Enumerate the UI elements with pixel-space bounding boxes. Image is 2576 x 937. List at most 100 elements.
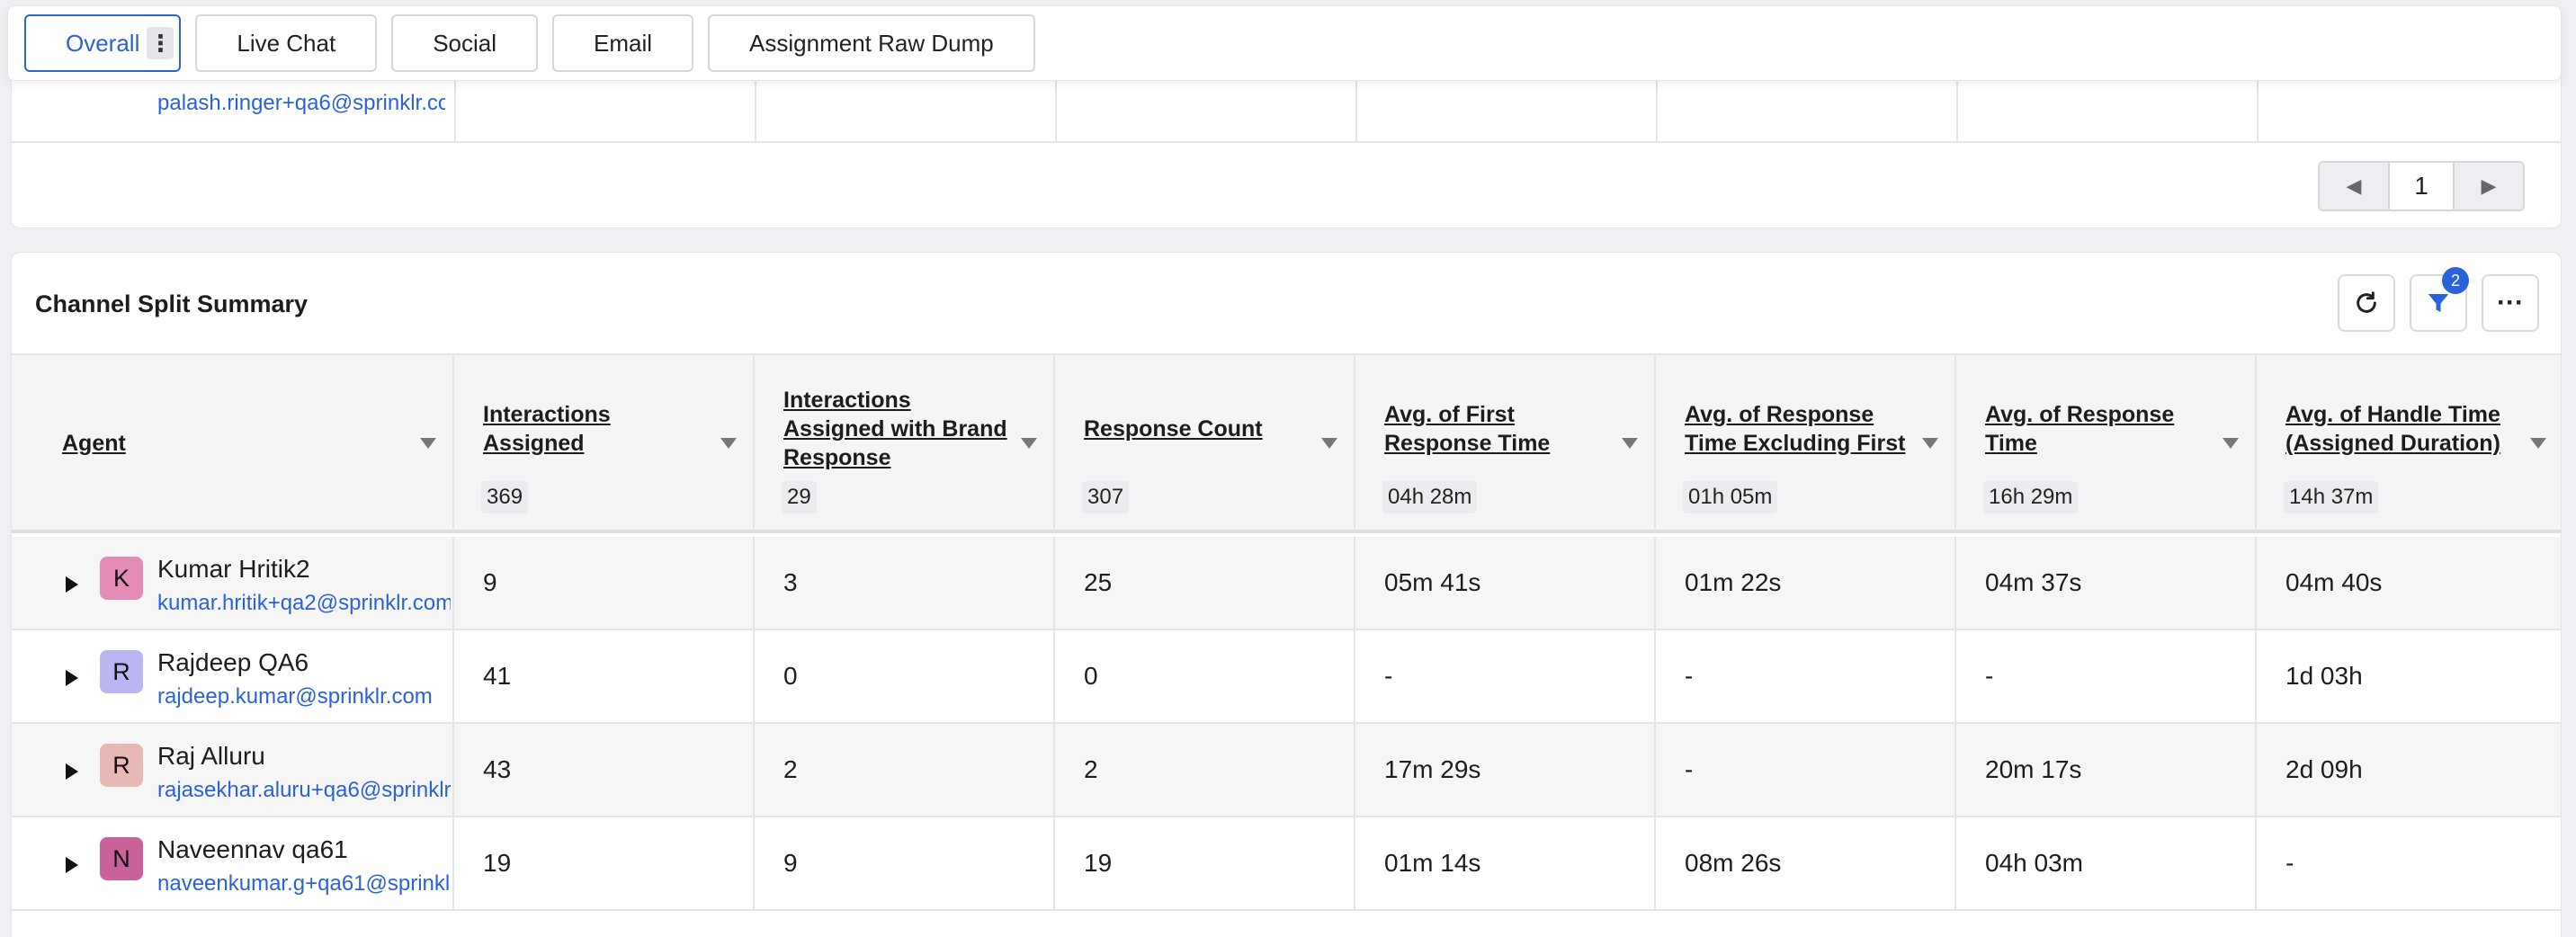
expand-row-icon[interactable] xyxy=(66,763,78,780)
tab-label: Overall xyxy=(66,29,140,57)
agent-name: Kumar Hritik2 xyxy=(157,555,310,583)
sort-caret-icon[interactable] xyxy=(420,438,436,449)
column-label: Response Count xyxy=(1084,416,1263,442)
refresh-icon xyxy=(2357,291,2376,313)
avatar: R xyxy=(100,650,143,693)
more-options-button[interactable]: ··· xyxy=(2482,274,2539,332)
next-page-button[interactable]: ▶ xyxy=(2455,163,2523,210)
expand-row-icon[interactable] xyxy=(66,576,78,593)
kebab-menu-icon[interactable]: ⋮ xyxy=(147,27,174,59)
agent-cell: R Rajdeep QA6 rajdeep.kumar@sprinklr.com xyxy=(12,630,454,722)
table-row[interactable]: K Kumar Hritik2 kumar.hritik+qa2@sprinklr.… xyxy=(12,537,2561,630)
agent-email-link[interactable]: kumar.hritik+qa2@sprinklr.com xyxy=(157,591,451,616)
filter-count-badge: 2 xyxy=(2442,267,2469,294)
column-aggregate: 369 xyxy=(481,481,529,513)
tab-email[interactable]: Email xyxy=(552,14,694,72)
column-label: Interactions Assigned with Brand Respons… xyxy=(783,388,1007,470)
tab-label: Email xyxy=(594,29,653,57)
avatar: N xyxy=(100,837,143,880)
table-cell: 20m 17s xyxy=(1956,724,2257,816)
table-cell: 08m 26s xyxy=(1656,817,1956,909)
sort-caret-icon[interactable] xyxy=(1321,438,1337,449)
column-header-first-response-time[interactable]: Avg. of First Response Time 04h 28m xyxy=(1355,355,1656,531)
column-aggregate: 307 xyxy=(1082,481,1130,513)
table-cell: - xyxy=(1355,630,1656,722)
column-aggregate: 04h 28m xyxy=(1382,481,1478,513)
column-aggregate: 01h 05m xyxy=(1683,481,1778,513)
column-header-agent[interactable]: Agent xyxy=(12,355,454,531)
table-header: Agent Interactions Assigned 369 Interact… xyxy=(12,353,2561,533)
agent-email-link[interactable]: palash.ringer+qa6@sprinklr.com xyxy=(157,91,445,116)
expand-row-icon[interactable] xyxy=(66,670,78,686)
table-cell: 01m 14s xyxy=(1355,817,1656,909)
channel-split-summary-card: Channel Split Summary 2 ··· Agent Intera… xyxy=(11,252,2562,937)
table-row[interactable]: R Rajdeep QA6 rajdeep.kumar@sprinklr.com 41… xyxy=(12,630,2561,724)
column-label: Interactions Assigned xyxy=(483,402,611,456)
sort-caret-icon[interactable] xyxy=(1622,438,1638,449)
column-header-brand-response[interactable]: Interactions Assigned with Brand Respons… xyxy=(755,355,1055,531)
table-cell: 2 xyxy=(1055,724,1355,816)
ellipsis-icon: ··· xyxy=(2497,288,2524,317)
agent-name: Naveennav qa61 xyxy=(157,835,348,863)
refresh-button[interactable] xyxy=(2338,274,2395,332)
table-cell: 2d 09h xyxy=(2285,755,2363,783)
agent-name: Rajdeep QA6 xyxy=(157,648,309,676)
table-cell: 04h 03m xyxy=(1956,817,2257,909)
filter-button[interactable]: 2 xyxy=(2410,267,2469,332)
tab-label: Assignment Raw Dump xyxy=(749,29,994,57)
column-header-response-time-excl-first[interactable]: Avg. of Response Time Excluding First 01… xyxy=(1656,355,1956,531)
table-row[interactable]: R Raj Alluru rajasekhar.aluru+qa6@sprinklr… xyxy=(12,724,2561,817)
table-cell: 43 xyxy=(454,724,755,816)
sort-caret-icon[interactable] xyxy=(2223,438,2239,449)
table-row[interactable]: N Naveennav qa61 naveenkumar.g+qa61@sprink… xyxy=(12,817,2561,911)
table-cell: 0 xyxy=(1055,630,1355,722)
table-cell: - xyxy=(2285,849,2294,877)
tab-assignment-raw-dump[interactable]: Assignment Raw Dump xyxy=(708,14,1035,72)
column-label: Avg. of Response Time Excluding First xyxy=(1685,402,1906,456)
table-cell: 17m 29s xyxy=(1355,724,1656,816)
table-cell: - xyxy=(1656,630,1956,722)
agent-email-link[interactable]: rajasekhar.aluru+qa6@sprinklr.com xyxy=(157,778,451,803)
column-label: Avg. of Response Time xyxy=(1985,402,2175,456)
expand-row-icon[interactable] xyxy=(66,857,78,873)
sort-caret-icon[interactable] xyxy=(1021,438,1037,449)
table-cell: 3 xyxy=(755,537,1055,629)
tab-label: Social xyxy=(433,29,497,57)
tab-live-chat[interactable]: Live Chat xyxy=(195,14,378,72)
table-cell: 1d 03h xyxy=(2285,662,2363,690)
sort-caret-icon[interactable] xyxy=(720,438,737,449)
table-cell: 41 xyxy=(454,630,755,722)
page-number[interactable]: 1 xyxy=(2388,163,2455,210)
sort-caret-icon[interactable] xyxy=(1922,438,1938,449)
column-header-response-count[interactable]: Response Count 307 xyxy=(1055,355,1355,531)
caret-right-icon: ▶ xyxy=(2481,174,2497,197)
widget-title: Channel Split Summary xyxy=(35,290,309,317)
avatar: K xyxy=(100,557,143,600)
table-cell: 01m 22s xyxy=(1656,537,1956,629)
column-aggregate: 16h 29m xyxy=(1983,481,2079,513)
table-cell: 19 xyxy=(1055,817,1355,909)
column-header-interactions-assigned[interactable]: Interactions Assigned 369 xyxy=(454,355,755,531)
column-header-handle-time[interactable]: Avg. of Handle Time (Assigned Duration) … xyxy=(2257,355,2563,531)
report-tab-bar: Overall ⋮ Live Chat Social Email Assignm… xyxy=(7,5,2562,81)
table-cell: 25 xyxy=(1055,537,1355,629)
table-cell: - xyxy=(1656,724,1956,816)
table-cell: 0 xyxy=(755,630,1055,722)
table-cell: 9 xyxy=(454,537,755,629)
tab-overall[interactable]: Overall ⋮ xyxy=(24,14,182,72)
table-cell: 2 xyxy=(755,724,1055,816)
column-label: Avg. of First Response Time xyxy=(1384,402,1551,456)
table-cell: 19 xyxy=(454,817,755,909)
column-header-response-time[interactable]: Avg. of Response Time 16h 29m xyxy=(1956,355,2257,531)
tab-social[interactable]: Social xyxy=(391,14,539,72)
agent-cell: K Kumar Hritik2 kumar.hritik+qa2@sprinklr.… xyxy=(12,537,454,629)
agent-name: Raj Alluru xyxy=(157,742,265,770)
agent-email-link[interactable]: rajdeep.kumar@sprinklr.com xyxy=(157,684,451,709)
column-aggregate: 29 xyxy=(782,481,817,513)
column-label: Agent xyxy=(62,431,126,456)
agent-email-link[interactable]: naveenkumar.g+qa61@sprinklr.com xyxy=(157,871,451,897)
agent-cell: R Raj Alluru rajasekhar.aluru+qa6@sprinklr… xyxy=(12,724,454,816)
prev-page-button[interactable]: ◀ xyxy=(2320,163,2388,210)
sort-caret-icon[interactable] xyxy=(2530,438,2546,449)
table-cell: 05m 41s xyxy=(1355,537,1656,629)
